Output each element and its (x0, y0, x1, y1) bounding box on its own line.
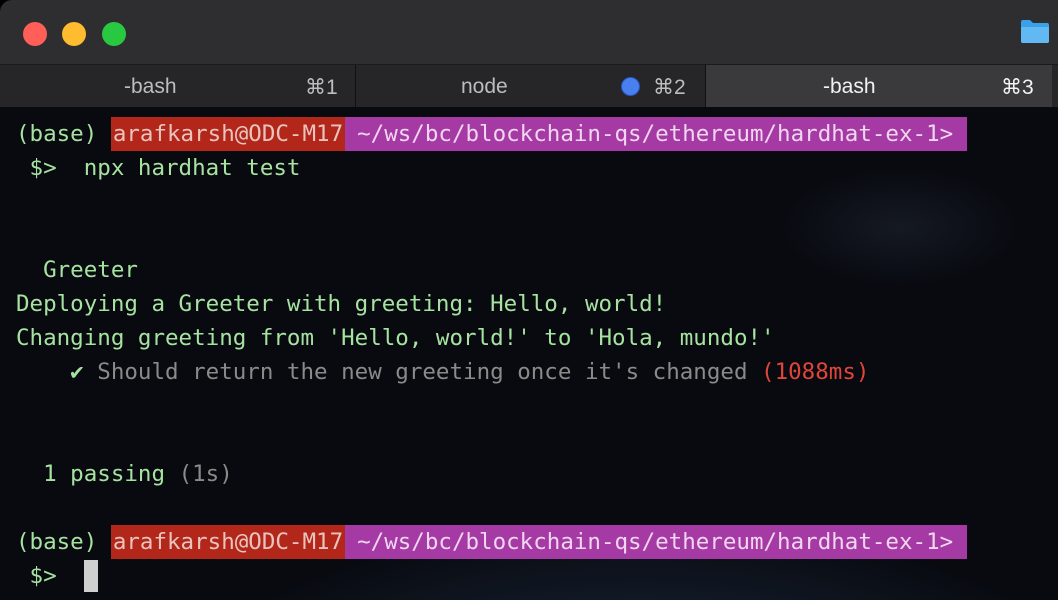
tab-bar: -bash ⌘1 node ⌘2 -bash ⌘3 (0, 64, 1058, 107)
input-line[interactable]: $> (16, 559, 98, 593)
terminal-window: -bash ⌘1 node ⌘2 -bash ⌘3 (base) arafkar… (0, 0, 1058, 600)
activity-dot-icon (621, 77, 640, 96)
tab-label: -bash (124, 75, 177, 98)
folder-icon[interactable] (1020, 18, 1050, 44)
tab-label: node (461, 75, 508, 98)
passing-summary: 1 passing (1s) (16, 457, 233, 491)
text-cursor (83, 560, 98, 592)
minimize-button[interactable] (62, 22, 86, 46)
zoom-button[interactable] (102, 22, 126, 46)
log-line-change: Changing greeting from 'Hello, world!' t… (16, 325, 775, 351)
test-duration: (1088ms) (761, 359, 870, 385)
tab-shortcut: ⌘1 (305, 76, 338, 99)
close-button[interactable] (23, 22, 47, 46)
test-result-line: ✔ Should return the new greeting once it… (16, 355, 869, 389)
test-name: Should return the new greeting once it's… (97, 359, 762, 385)
passing-count: 1 passing (16, 461, 179, 487)
tab-shortcut: ⌘2 (653, 76, 686, 99)
tab-bash-3-active[interactable]: -bash ⌘3 (706, 65, 1052, 107)
tab-shortcut: ⌘3 (1001, 76, 1034, 99)
terminal-output[interactable]: (base) arafkarsh@ODC-M17 ~/ws/bc/blockcha… (0, 107, 1058, 600)
tab-label: -bash (823, 75, 876, 98)
conda-env: (base) (16, 121, 111, 147)
test-suite-name: Greeter (16, 257, 138, 283)
command-line: $> npx hardhat test (16, 155, 301, 181)
prompt-path-segment: ~/ws/bc/blockchain-qs/ethereum/hardhat-e… (345, 525, 968, 559)
tab-bash-1[interactable]: -bash ⌘1 (0, 65, 356, 107)
prompt-line-1: (base) arafkarsh@ODC-M17 ~/ws/bc/blockcha… (16, 117, 968, 151)
prompt-user-segment: arafkarsh@ODC-M17 (110, 117, 346, 151)
prompt-path-segment: ~/ws/bc/blockchain-qs/ethereum/hardhat-e… (345, 117, 968, 151)
conda-env: (base) (16, 529, 111, 555)
tab-node[interactable]: node ⌘2 (356, 65, 706, 107)
prompt-line-2: (base) arafkarsh@ODC-M17 ~/ws/bc/blockcha… (16, 525, 968, 559)
passing-time: (1s) (178, 461, 233, 487)
log-line-deploy: Deploying a Greeter with greeting: Hello… (16, 291, 667, 317)
prompt-user-segment: arafkarsh@ODC-M17 (110, 525, 346, 559)
check-icon: ✔ (16, 359, 98, 385)
prompt-symbol: $> (16, 563, 84, 589)
tab-bar-edge (1052, 65, 1058, 107)
title-bar (0, 0, 1058, 64)
